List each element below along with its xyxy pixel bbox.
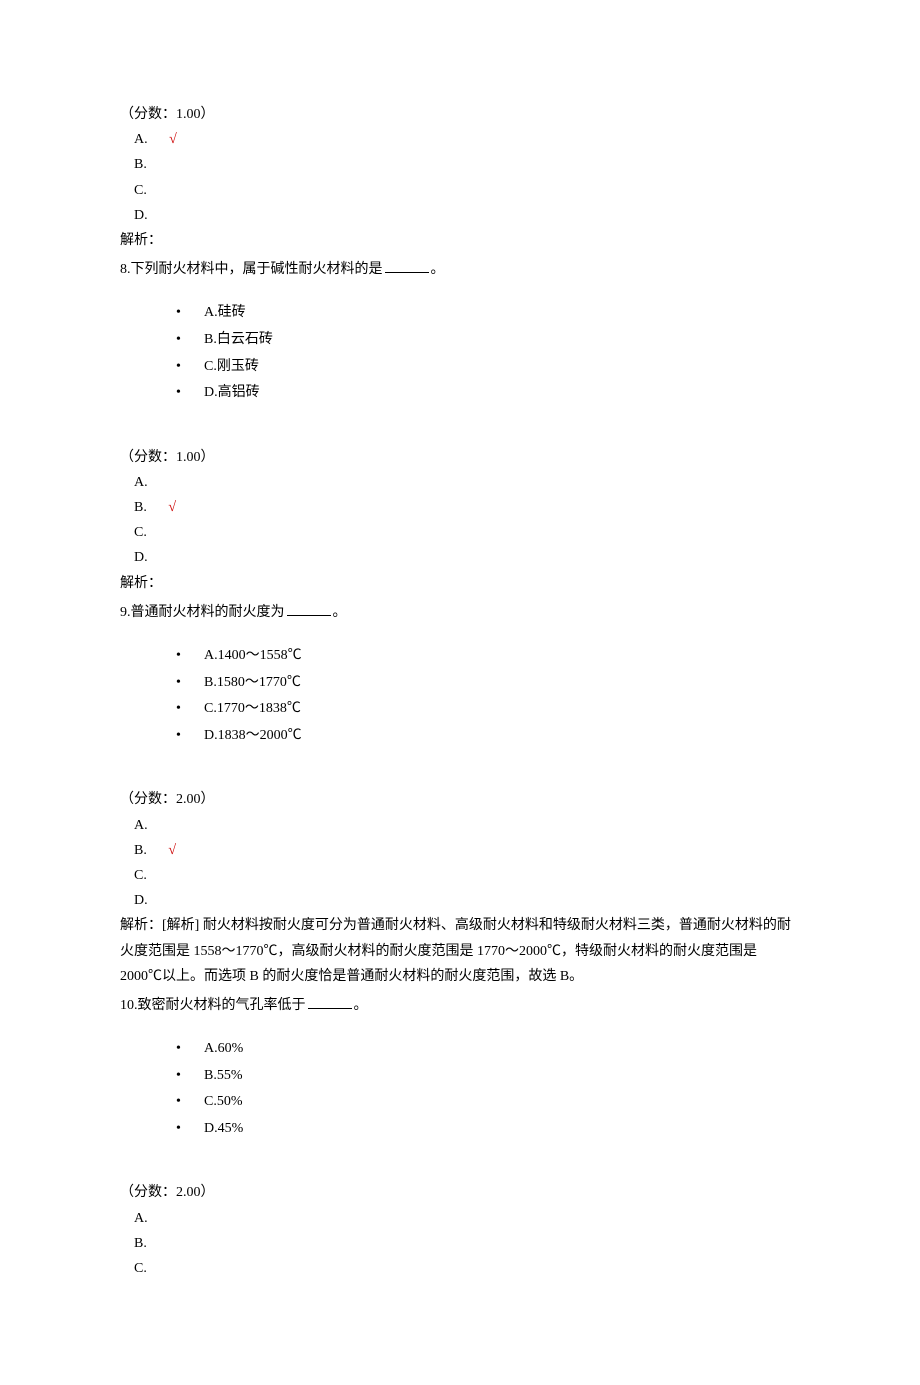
period: 。 (354, 998, 368, 1013)
question-9-block: 9.普通耐火材料的耐火度为 。 A.1400～1558℃ B.1580～1770℃… (120, 600, 800, 989)
option-a: A.60% (176, 1036, 800, 1063)
answer-label: A. (134, 132, 148, 147)
answer-label: B. (134, 500, 147, 515)
option-d: D.1838～2000℃ (176, 723, 800, 750)
answer-c: C. (120, 520, 800, 545)
answer-b: B. √ (120, 495, 800, 520)
answer-d: D. (120, 545, 800, 570)
blank-underline (287, 602, 331, 616)
answer-a: A. (120, 1206, 800, 1231)
score-line: （分数：2.00） (120, 1180, 800, 1205)
question-text: 9.普通耐火材料的耐火度为 。 (120, 600, 800, 625)
score-line: （分数：1.00） (120, 102, 800, 127)
check-icon: √ (168, 500, 176, 515)
answer-a: A. √ (120, 127, 800, 152)
question-text: 10.致密耐火材料的气孔率低于 。 (120, 993, 800, 1018)
answer-d: D. (120, 888, 800, 913)
question-stem: 9.普通耐火材料的耐火度为 (120, 605, 285, 620)
question-stem: 8.下列耐火材料中，属于碱性耐火材料的是 (120, 262, 383, 277)
option-c: C.1770～1838℃ (176, 696, 800, 723)
answer-b: B. (120, 152, 800, 177)
question-text: 8.下列耐火材料中，属于碱性耐火材料的是 。 (120, 257, 800, 282)
option-d: D.45% (176, 1116, 800, 1143)
answer-d: D. (120, 203, 800, 228)
answer-c: C. (120, 863, 800, 888)
analysis-label: 解析： (120, 228, 800, 253)
check-icon: √ (168, 843, 176, 858)
question-8-block: 8.下列耐火材料中，属于碱性耐火材料的是 。 A.硅砖 B.白云石砖 C.刚玉砖 … (120, 257, 800, 596)
options-list: A.60% B.55% C.50% D.45% (120, 1036, 800, 1142)
option-b: B.1580～1770℃ (176, 670, 800, 697)
option-c: C.50% (176, 1089, 800, 1116)
blank-underline (308, 995, 352, 1009)
score-line: （分数：2.00） (120, 787, 800, 812)
answer-label: B. (134, 843, 147, 858)
options-list: A.硅砖 B.白云石砖 C.刚玉砖 D.高铝砖 (120, 300, 800, 406)
period: 。 (431, 262, 445, 277)
question-7-block: （分数：1.00） A. √ B. C. D. 解析： (120, 102, 800, 253)
answer-b: B. √ (120, 838, 800, 863)
option-a: A.1400～1558℃ (176, 643, 800, 670)
option-d: D.高铝砖 (176, 380, 800, 407)
question-10-block: 10.致密耐火材料的气孔率低于 。 A.60% B.55% C.50% D.45%… (120, 993, 800, 1281)
answer-b: B. (120, 1231, 800, 1256)
blank-underline (385, 259, 429, 273)
answer-c: C. (120, 178, 800, 203)
option-c: C.刚玉砖 (176, 354, 800, 381)
option-b: B.白云石砖 (176, 327, 800, 354)
analysis-label: 解析： (120, 571, 800, 596)
question-stem: 10.致密耐火材料的气孔率低于 (120, 998, 306, 1013)
options-list: A.1400～1558℃ B.1580～1770℃ C.1770～1838℃ D… (120, 643, 800, 749)
option-b: B.55% (176, 1063, 800, 1090)
answer-c: C. (120, 1256, 800, 1281)
option-a: A.硅砖 (176, 300, 800, 327)
period: 。 (333, 605, 347, 620)
score-line: （分数：1.00） (120, 445, 800, 470)
check-icon: √ (169, 132, 177, 147)
answer-a: A. (120, 470, 800, 495)
answer-a: A. (120, 813, 800, 838)
analysis-text: 解析：[解析] 耐火材料按耐火度可分为普通耐火材料、高级耐火材料和特级耐火材料三… (120, 913, 800, 989)
